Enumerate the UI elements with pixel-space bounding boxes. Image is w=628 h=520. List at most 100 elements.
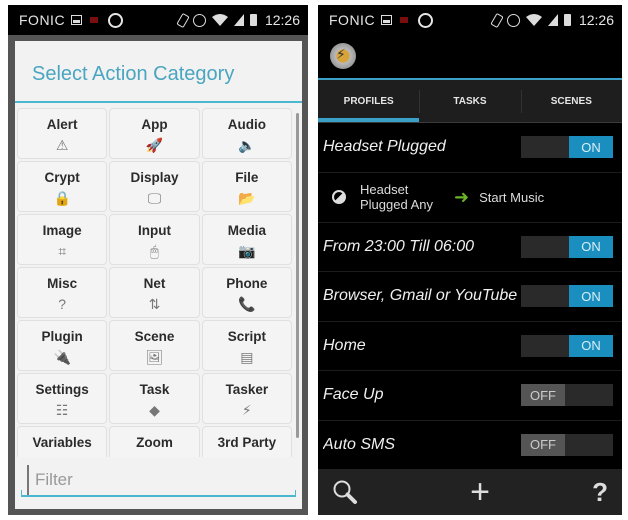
folder-icon: 📂	[238, 189, 256, 206]
category-audio[interactable]: Audio 🔈	[201, 108, 292, 159]
toggle-state-label: OFF	[521, 384, 565, 407]
category-label: Phone	[226, 276, 268, 291]
profile-toggle[interactable]: ON	[521, 235, 613, 258]
tab-bar: PROFILES TASKS SCENES	[318, 80, 622, 123]
category-file[interactable]: File 📂	[201, 161, 292, 212]
picture-icon: 🖼	[145, 348, 164, 365]
alarm-icon	[506, 13, 520, 27]
profile-name: Face Up	[323, 386, 384, 404]
profile-list: Headset Plugged ON Headset Plugged Any ➜ Sta…	[318, 123, 622, 470]
category-label: Input	[137, 223, 171, 238]
filter-input[interactable]	[27, 465, 302, 495]
profile-name: Auto SMS	[323, 435, 396, 453]
category-zoom[interactable]: Zoom	[109, 426, 200, 457]
bottom-bar: + ?	[318, 469, 622, 515]
add-profile-button[interactable]: +	[470, 475, 490, 509]
profile-detail: Headset Plugged Any ➜ Start Music	[318, 173, 622, 223]
scrollbar[interactable]	[296, 113, 299, 438]
tab-underline	[318, 122, 622, 123]
profile-name: Home	[323, 336, 366, 354]
search-icon	[333, 480, 357, 504]
toggle-state-label: OFF	[521, 433, 565, 456]
context-label[interactable]: Headset Plugged Any	[360, 182, 442, 212]
category-label: Media	[227, 223, 266, 238]
profile-row[interactable]: Face Up OFF	[318, 371, 622, 421]
profile-row[interactable]: Auto SMS OFF	[318, 421, 622, 470]
filter-field-container	[21, 465, 302, 497]
category-grid: Alert ⚠ App 🚀 Audio 🔈 Crypt 🔒 Display 🖵 File 📂 Image…	[17, 107, 292, 457]
profile-name: Headset Plugged	[323, 138, 446, 156]
category-label: Net	[143, 276, 166, 291]
help-button[interactable]: ?	[592, 477, 608, 508]
crop-icon: ⌗	[58, 242, 67, 259]
category-alert[interactable]: Alert ⚠	[17, 108, 108, 159]
category-task[interactable]: Task ◆	[109, 373, 200, 424]
category-label: App	[141, 117, 168, 132]
status-bar: FONIC 12:26	[318, 5, 622, 35]
profile-row[interactable]: Headset Plugged ON	[318, 123, 622, 173]
profile-name: Browser, Gmail or YouTube	[323, 287, 518, 305]
search-button[interactable]	[332, 479, 358, 505]
profile-toggle[interactable]: OFF	[521, 384, 613, 407]
tasker-logo-icon[interactable]	[330, 43, 356, 69]
category-label: Settings	[35, 382, 89, 397]
profile-toggle[interactable]: ON	[521, 285, 613, 308]
category-label: Zoom	[136, 435, 173, 450]
category-label: Crypt	[44, 170, 80, 185]
category-label: Plugin	[41, 329, 83, 344]
question-icon: ?	[58, 296, 67, 312]
category-plugin[interactable]: Plugin 🔌	[17, 320, 108, 371]
profile-toggle[interactable]: ON	[521, 334, 613, 357]
tab-profiles[interactable]: PROFILES	[318, 80, 420, 123]
category-phone[interactable]: Phone 📞	[201, 267, 292, 318]
category-image[interactable]: Image ⌗	[17, 214, 108, 265]
profile-toggle[interactable]: ON	[521, 136, 613, 159]
category-label: Script	[227, 329, 266, 344]
left-screen: FONIC 12:26 Select Action Category Alert…	[8, 5, 308, 515]
category-crypt[interactable]: Crypt 🔒	[17, 161, 108, 212]
category-label: Task	[139, 382, 170, 397]
category-variables[interactable]: Variables	[17, 426, 108, 457]
lock-icon: 🔒	[53, 189, 71, 206]
select-action-category-dialog: Select Action Category Alert ⚠ App 🚀 Audio 🔈 C…	[15, 41, 302, 509]
lightning-icon: ⚡	[241, 401, 252, 418]
profile-toggle[interactable]: OFF	[521, 433, 613, 456]
toggle-state-label: ON	[569, 235, 613, 258]
mouse-icon: 🖱	[150, 242, 159, 259]
category-label: Display	[130, 170, 179, 185]
whatsapp-icon	[108, 12, 124, 28]
category-tasker[interactable]: Tasker ⚡	[201, 373, 292, 424]
category-app[interactable]: App 🚀	[109, 108, 200, 159]
phone-icon: 📞	[238, 295, 256, 312]
rocket-icon: 🚀	[145, 136, 164, 153]
whatsapp-icon	[418, 12, 434, 28]
profile-row[interactable]: Home ON	[318, 322, 622, 371]
category-label: Audio	[227, 117, 266, 132]
category-display[interactable]: Display 🖵	[109, 161, 200, 212]
category-misc[interactable]: Misc?	[17, 267, 108, 318]
picture-icon	[381, 15, 393, 25]
plug-icon: 🔌	[53, 348, 71, 365]
script-icon: ▤	[240, 348, 254, 365]
title-divider	[15, 101, 302, 103]
clock: 12:26	[578, 12, 614, 28]
category-media[interactable]: Media 📷	[201, 214, 292, 265]
category-label: File	[235, 170, 259, 185]
profile-name: From 23:00 Till 06:00	[323, 237, 475, 255]
task-icon: ◆	[149, 401, 160, 418]
category-script[interactable]: Script ▤	[201, 320, 292, 371]
category-3rd-party[interactable]: 3rd Party	[201, 426, 292, 457]
category-input[interactable]: Input 🖱	[109, 214, 200, 265]
tab-tasks[interactable]: TASKS	[419, 80, 520, 123]
category-label: 3rd Party	[217, 435, 277, 450]
profile-row[interactable]: From 23:00 Till 06:00 ON	[318, 223, 622, 272]
monitor-icon: 🖵	[147, 189, 162, 206]
category-settings[interactable]: Settings ☷	[17, 373, 108, 424]
category-scene[interactable]: Scene 🖼	[109, 320, 200, 371]
task-label[interactable]: Start Music	[479, 190, 544, 205]
category-label: Scene	[134, 329, 175, 344]
profile-row[interactable]: Browser, Gmail or YouTube ON	[318, 272, 622, 322]
camera-icon: 📷	[238, 242, 256, 259]
tab-scenes[interactable]: SCENES	[520, 80, 622, 123]
category-net[interactable]: Net ⇅	[109, 267, 200, 318]
